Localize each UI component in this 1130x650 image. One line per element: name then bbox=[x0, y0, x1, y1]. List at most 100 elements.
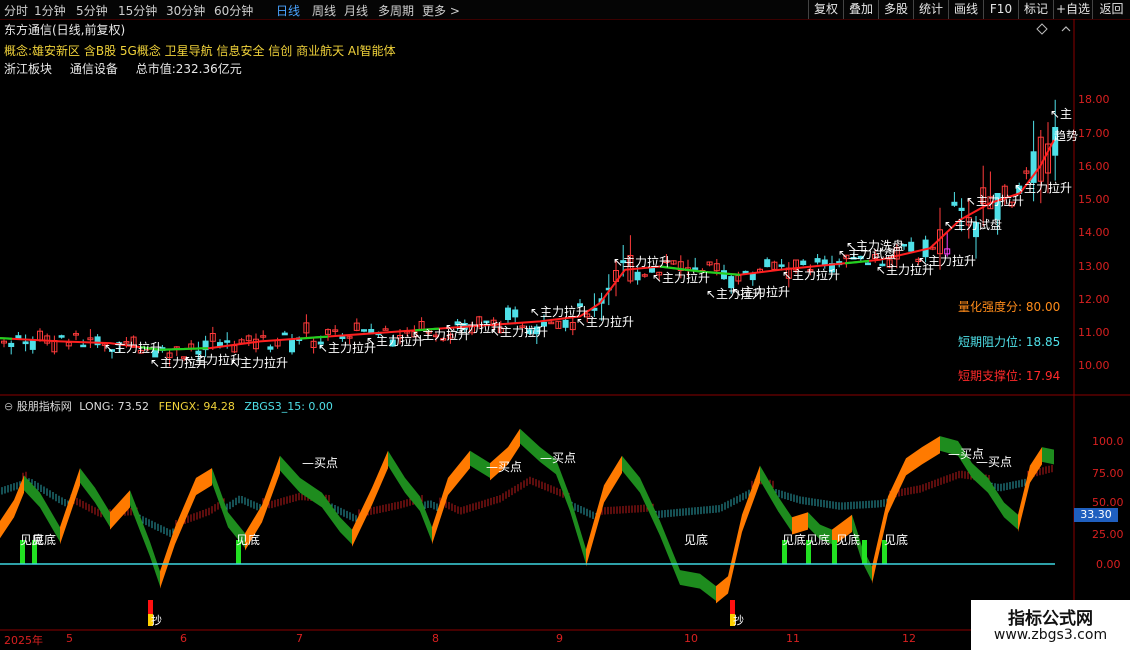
long-value: LONG: 73.52 bbox=[79, 400, 150, 413]
oscillator-ribbon bbox=[1018, 465, 1030, 532]
signal-label: ↖主力拉升 bbox=[230, 355, 288, 370]
signal-label: ↖主力拉升 bbox=[782, 267, 840, 282]
oscillator-ribbon bbox=[160, 527, 175, 589]
candle-body bbox=[58, 335, 65, 338]
zbgs-value: ZBGS3_15: 0.00 bbox=[244, 400, 333, 413]
signal-label: ↖主力拉升 bbox=[732, 284, 790, 299]
candle-body bbox=[951, 201, 958, 206]
price-tick: 16.00 bbox=[1078, 160, 1110, 173]
oscillator-ribbon bbox=[322, 492, 340, 532]
watermark: 指标公式网 www.zbgs3.com bbox=[971, 600, 1130, 650]
year-label: 2025年 bbox=[4, 634, 43, 647]
oscillator-ribbon bbox=[352, 487, 372, 547]
trend-label: 趋势 bbox=[1054, 129, 1078, 143]
date-axis: 2025年 5 6 7 8 9 10 11 12 bbox=[0, 630, 1130, 650]
fengx-value: FENGX: 94.28 bbox=[158, 400, 235, 413]
candle-body bbox=[361, 329, 367, 332]
oscillator-ribbon bbox=[300, 477, 322, 508]
indicator-tick: 25.00 bbox=[1092, 528, 1124, 541]
oscillator-ribbon bbox=[778, 496, 792, 532]
oscillator-ribbon bbox=[1030, 447, 1042, 483]
oscillator-ribbon bbox=[604, 455, 622, 503]
price-tick: 10.00 bbox=[1078, 359, 1110, 372]
buy-point-label: —买点 bbox=[540, 451, 576, 465]
oscillator-ribbon bbox=[95, 487, 110, 528]
oscillator-ribbon bbox=[716, 576, 728, 604]
candle-body bbox=[908, 241, 915, 252]
bottom-label: 见底 bbox=[836, 532, 860, 547]
buy-point-label: —买点 bbox=[486, 460, 522, 474]
oscillator-ribbon bbox=[448, 450, 470, 496]
oscillator-ribbon bbox=[640, 477, 660, 536]
candle-body bbox=[29, 339, 36, 350]
signal-label: ↖主 bbox=[1050, 107, 1072, 121]
ma-green-segment bbox=[0, 337, 13, 340]
oscillator-ribbon bbox=[420, 496, 432, 542]
month-tick: 8 bbox=[432, 632, 439, 645]
month-tick: 10 bbox=[684, 632, 698, 645]
bottom-label: 见底 bbox=[32, 532, 56, 547]
oscillator-ribbon bbox=[60, 468, 80, 545]
signal-label: ↖主力洗盘 bbox=[846, 238, 904, 253]
candle-body bbox=[22, 341, 29, 345]
candle-body bbox=[865, 262, 871, 266]
candle-body bbox=[505, 307, 511, 321]
price-tick: 14.00 bbox=[1078, 226, 1110, 239]
price-tick: 11.00 bbox=[1078, 326, 1110, 339]
signal-label: ↖主力拉升 bbox=[490, 324, 548, 339]
oscillator-ribbon bbox=[388, 450, 405, 493]
oscillator-ribbon bbox=[280, 455, 300, 493]
month-tick: 11 bbox=[786, 632, 800, 645]
oscillator-ribbon bbox=[760, 465, 778, 512]
signal-label: ↖主力拉升 bbox=[613, 254, 671, 269]
oscillator-ribbon bbox=[432, 477, 448, 545]
candle-body bbox=[339, 336, 346, 339]
bottom-label: 见底 bbox=[782, 532, 806, 547]
oscillator-ribbon bbox=[262, 455, 280, 523]
price-tick: 17.00 bbox=[1078, 127, 1110, 140]
oscillator-ribbon bbox=[14, 475, 24, 518]
month-tick: 5 bbox=[66, 632, 73, 645]
signal-label: ↖主力拉升 bbox=[104, 340, 162, 355]
candle-body bbox=[289, 338, 295, 353]
month-tick: 6 bbox=[180, 632, 187, 645]
oscillator-ribbon bbox=[922, 436, 940, 465]
signal-label: ↖主力拉升 bbox=[1014, 180, 1072, 195]
indicator-header: ⊖ 股朋指标网 LONG: 73.52 FENGX: 94.28 ZBGS3_1… bbox=[4, 398, 333, 414]
candle-body bbox=[764, 259, 771, 268]
watermark-title: 指标公式网 bbox=[1008, 609, 1093, 629]
candle-body bbox=[634, 271, 641, 281]
signal-label: ↖主力拉升 bbox=[576, 314, 634, 329]
oscillator-ribbon bbox=[372, 450, 388, 505]
oscillator-ribbon bbox=[110, 490, 130, 530]
price-tick: 13.00 bbox=[1078, 260, 1110, 273]
chao-bar bbox=[148, 600, 153, 614]
oscillator-ribbon bbox=[888, 458, 906, 514]
price-tick: 18.00 bbox=[1078, 93, 1110, 106]
candle-body bbox=[8, 342, 15, 347]
candle-body bbox=[80, 344, 87, 348]
oscillator-ribbon bbox=[660, 521, 680, 585]
oscillator-ribbon bbox=[1042, 447, 1054, 465]
signal-label: ↖主力试盘 bbox=[944, 217, 1002, 232]
candle-body bbox=[281, 332, 288, 336]
indicator-tick: 100.0 bbox=[1092, 435, 1124, 448]
support-level: 短期支撑位: 17.94 bbox=[958, 369, 1061, 383]
chao-bar bbox=[730, 600, 735, 614]
bottom-label: 见底 bbox=[806, 532, 830, 547]
chao-label: 抄 bbox=[151, 613, 162, 627]
chao-label: 抄 bbox=[733, 613, 744, 627]
oscillator-ribbon bbox=[622, 455, 640, 493]
price-tick: 15.00 bbox=[1078, 193, 1110, 206]
oscillator-ribbon bbox=[1004, 502, 1018, 530]
bottom-signal-bar bbox=[862, 540, 867, 564]
indicator-name[interactable]: 股朋指标网 bbox=[17, 400, 72, 413]
oscillator-ribbon bbox=[586, 485, 604, 567]
kline-chart[interactable]: ↖主力拉升 ↖主力拉升 ↖主力拉升 ↖主力拉升 ↖主力拉升 ↖主力拉升 ↖主力拉升 ↖主力拉升… bbox=[0, 0, 1130, 650]
current-value-badge: 33.30 bbox=[1074, 508, 1118, 522]
month-tick: 12 bbox=[902, 632, 916, 645]
oscillator-ribbon bbox=[340, 517, 352, 545]
oscillator-ribbon bbox=[742, 465, 760, 532]
collapse-icon[interactable]: ⊖ bbox=[4, 400, 13, 413]
bottom-label: 见底 bbox=[236, 532, 260, 547]
